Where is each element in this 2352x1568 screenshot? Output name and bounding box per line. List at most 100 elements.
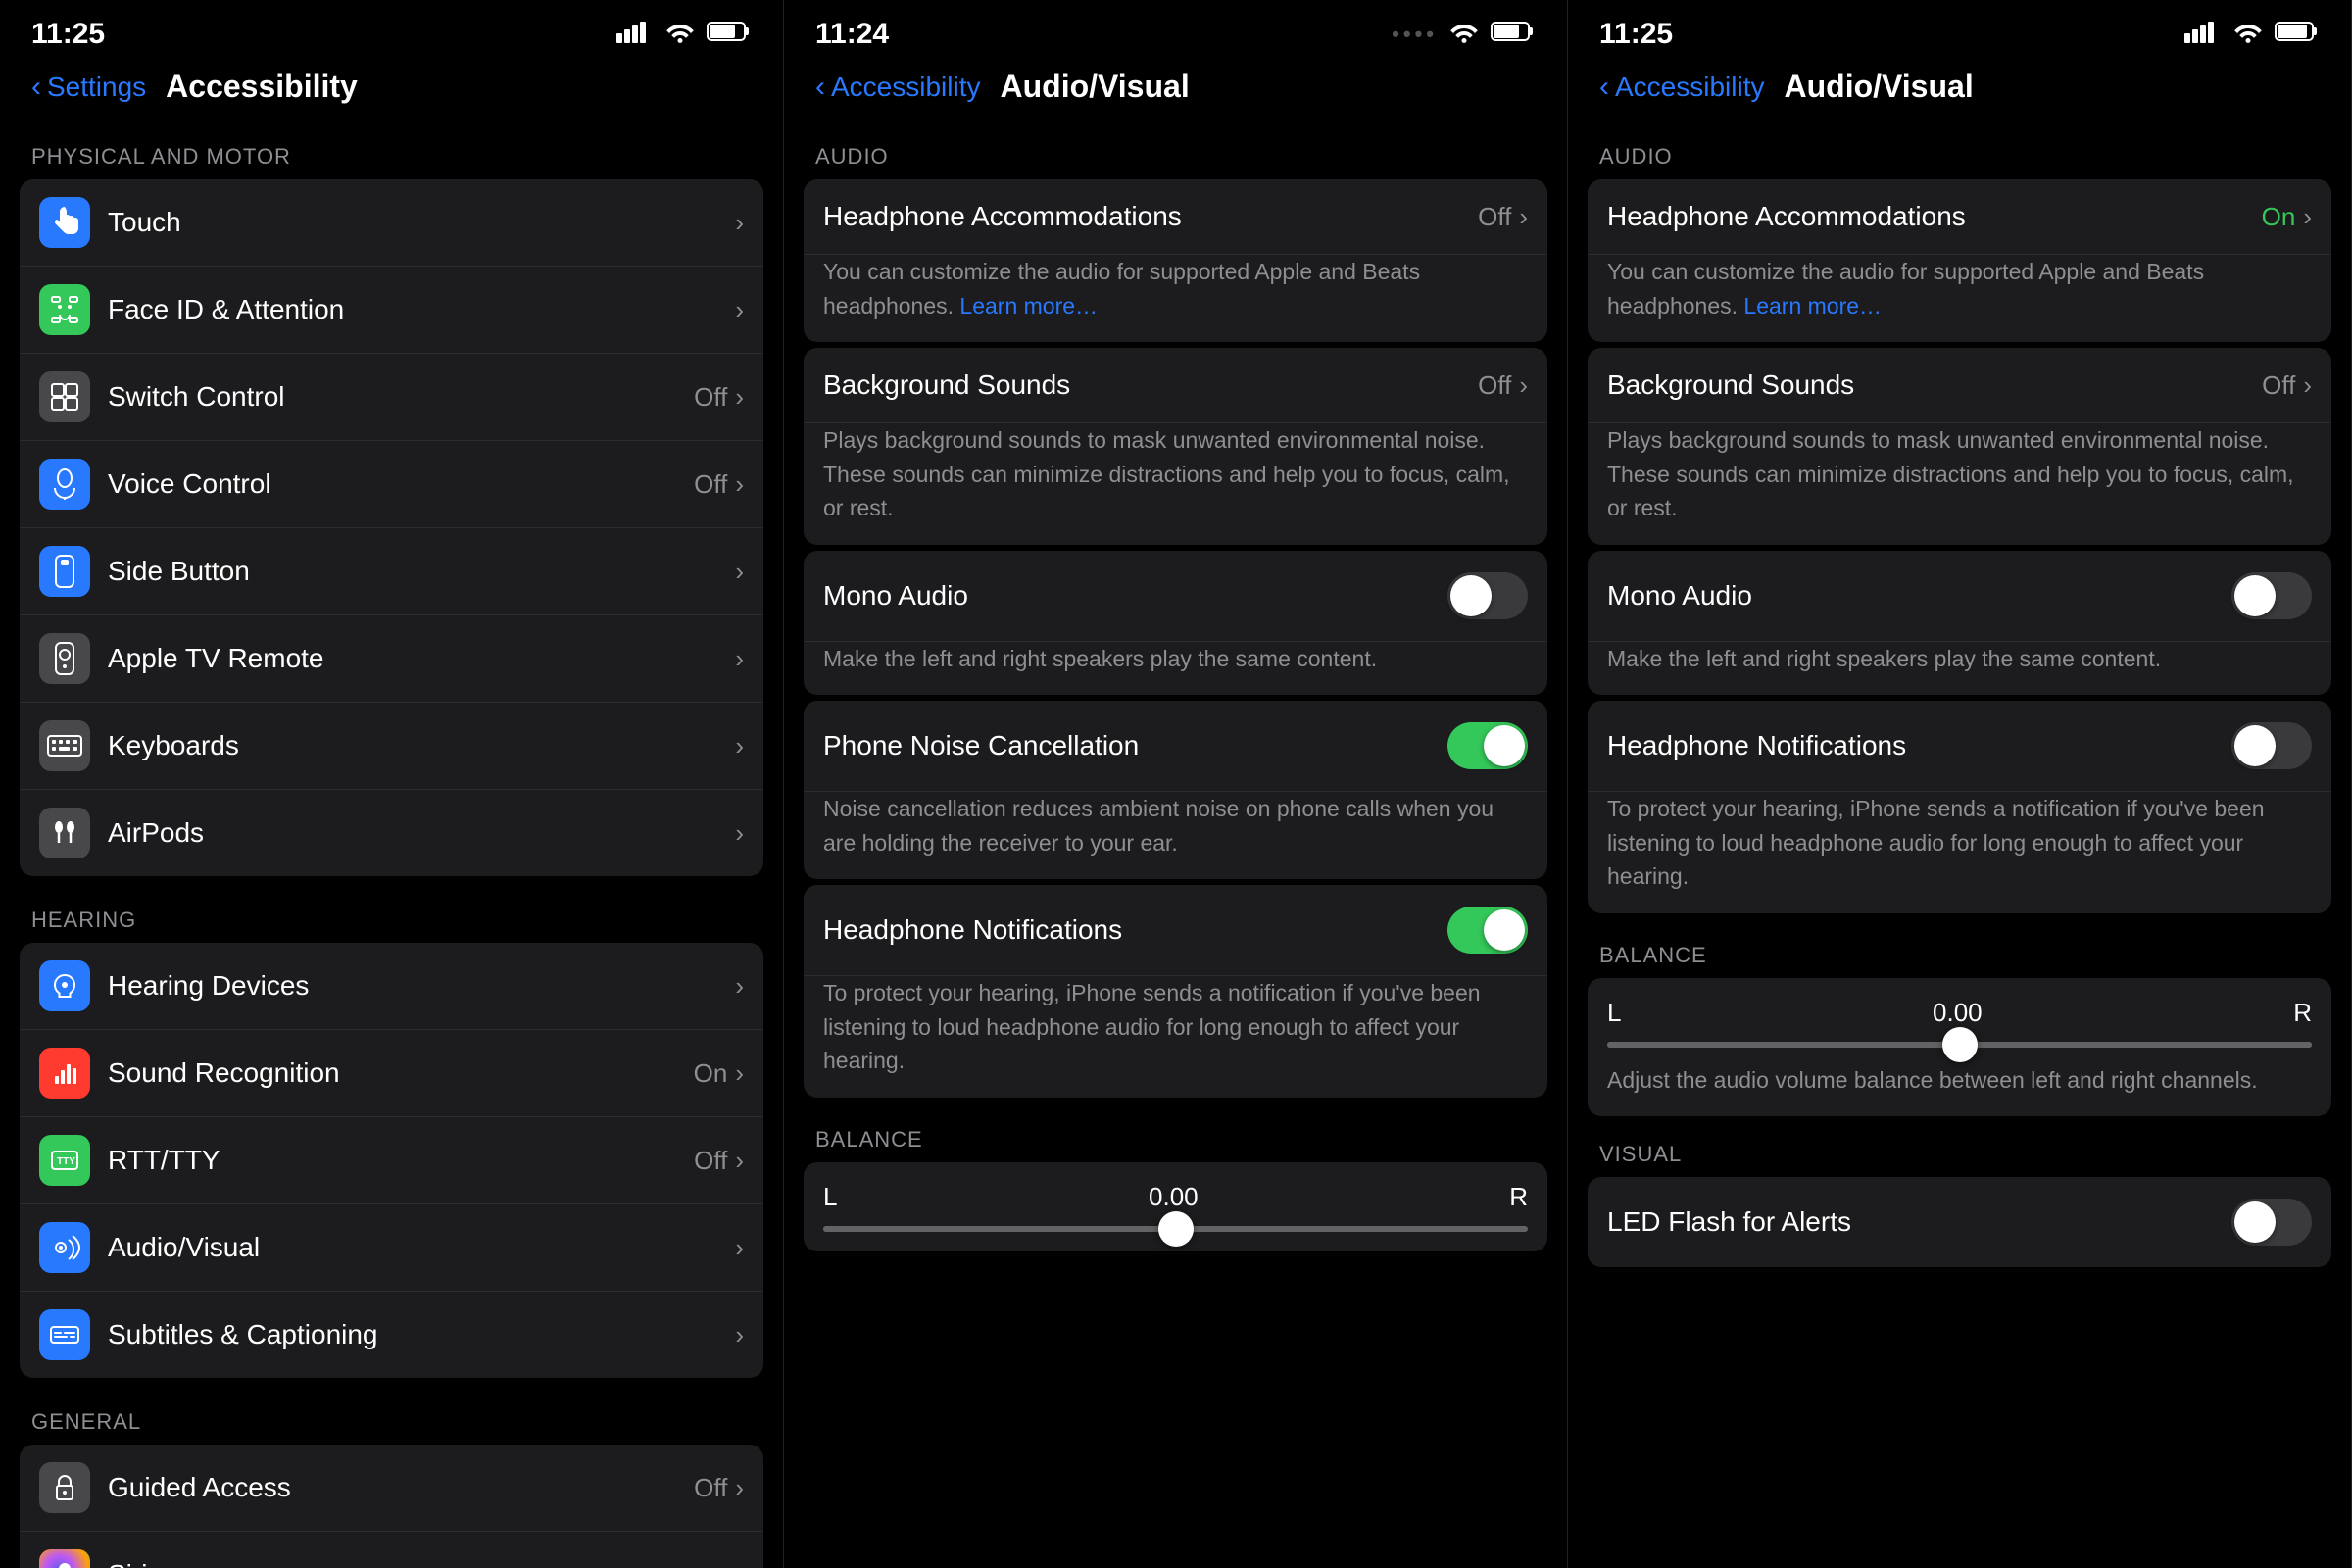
- mono-audio-label-panel2: Mono Audio: [823, 580, 968, 612]
- row-faceid[interactable]: Face ID & Attention ›: [20, 267, 763, 354]
- headphone-notifications-toggle-knob-panel3: [2234, 725, 2276, 766]
- section-header-hearing: Hearing: [0, 884, 783, 943]
- led-flash-row-panel3[interactable]: LED Flash for Alerts: [1588, 1177, 2331, 1267]
- back-label-panel2: Accessibility: [831, 72, 980, 103]
- row-soundrecognition[interactable]: Sound Recognition On ›: [20, 1030, 763, 1117]
- led-flash-toggle-panel3[interactable]: [2231, 1199, 2312, 1246]
- background-sounds-desc-panel3: Plays background sounds to mask unwanted…: [1588, 423, 2331, 545]
- row-siri-chevron: ›: [735, 1560, 744, 1568]
- wifi-icon-panel1: [663, 20, 697, 49]
- page-title-panel2: Audio/Visual: [1000, 69, 1189, 105]
- row-switchcontrol-value: Off: [694, 382, 727, 413]
- row-siri[interactable]: Siri ›: [20, 1532, 763, 1568]
- led-flash-card-panel3: LED Flash for Alerts: [1588, 1177, 2331, 1267]
- headphone-notifications-toggle-panel3[interactable]: [2231, 722, 2312, 769]
- row-sidebutton[interactable]: Side Button ›: [20, 528, 763, 615]
- row-voicecontrol-chevron: ›: [735, 469, 744, 500]
- balance-section-panel3: L 0.00 R Adjust the audio volume balance…: [1588, 978, 2331, 1117]
- status-time-panel3: 11:25: [1599, 18, 1673, 51]
- battery-icon-panel2: [1491, 20, 1536, 49]
- back-button-panel2[interactable]: ‹ Accessibility: [815, 71, 980, 104]
- row-faceid-label: Face ID & Attention: [108, 294, 344, 324]
- background-sounds-row-panel2[interactable]: Background Sounds Off ›: [804, 348, 1547, 423]
- headphone-learn-more-panel2[interactable]: Learn more…: [959, 293, 1098, 318]
- signal-dots-panel2: ••••: [1392, 22, 1438, 47]
- rtttty-icon: TTY: [39, 1135, 90, 1186]
- status-icons-panel2: ••••: [1392, 20, 1536, 49]
- faceid-icon: [39, 284, 90, 335]
- headphone-notifications-row-panel2[interactable]: Headphone Notifications: [804, 885, 1547, 976]
- nav-bar-panel3: ‹ Accessibility Audio/Visual: [1568, 61, 2351, 121]
- mono-audio-row-panel3[interactable]: Mono Audio: [1588, 551, 2331, 642]
- row-audiovisual[interactable]: Audio/Visual ›: [20, 1204, 763, 1292]
- row-soundrecognition-label: Sound Recognition: [108, 1057, 340, 1088]
- hearingdevices-icon: [39, 960, 90, 1011]
- headphone-notifications-label-panel3: Headphone Notifications: [1607, 730, 1906, 761]
- background-sounds-value-panel2: Off: [1478, 370, 1511, 401]
- siri-icon: [39, 1549, 90, 1568]
- headphone-notifications-card-panel3: Headphone Notifications To protect your …: [1588, 701, 2331, 913]
- signal-icon-panel1: [616, 20, 654, 49]
- mono-audio-toggle-panel3[interactable]: [2231, 572, 2312, 619]
- row-faceid-chevron: ›: [735, 295, 744, 325]
- nav-bar-panel1: ‹ Settings Accessibility: [0, 61, 783, 121]
- headphone-accommodations-row-panel2[interactable]: Headphone Accommodations Off ›: [804, 179, 1547, 255]
- row-audiovisual-chevron: ›: [735, 1233, 744, 1263]
- av-audio-header-panel3: Audio: [1588, 121, 2331, 179]
- headphone-learn-more-panel3[interactable]: Learn more…: [1743, 293, 1882, 318]
- row-switchcontrol[interactable]: Switch Control Off ›: [20, 354, 763, 441]
- balance-value-panel3: 0.00: [1933, 998, 1983, 1028]
- row-keyboards-chevron: ›: [735, 731, 744, 761]
- back-button-panel3[interactable]: ‹ Accessibility: [1599, 71, 1764, 104]
- balance-right-label-panel2: R: [1509, 1182, 1528, 1212]
- row-voicecontrol[interactable]: Voice Control Off ›: [20, 441, 763, 528]
- back-button-panel1[interactable]: ‹ Settings: [31, 71, 146, 104]
- row-hearingdevices[interactable]: Hearing Devices ›: [20, 943, 763, 1030]
- panel-audiovisual-off: 11:24 •••• ‹ Accessibility Audio/Visual …: [784, 0, 1568, 1568]
- headphone-accommodations-label-panel2: Headphone Accommodations: [823, 201, 1182, 232]
- balance-value-panel2: 0.00: [1149, 1182, 1199, 1212]
- headphone-accommodations-row-panel3[interactable]: Headphone Accommodations On ›: [1588, 179, 2331, 255]
- phone-noise-card-panel2: Phone Noise Cancellation Noise cancellat…: [804, 701, 1547, 879]
- soundrecognition-icon: [39, 1048, 90, 1099]
- balance-slider-knob-panel2[interactable]: [1158, 1211, 1194, 1247]
- balance-slider-panel2[interactable]: [823, 1226, 1528, 1232]
- headphone-notifications-row-panel3[interactable]: Headphone Notifications: [1588, 701, 2331, 792]
- mono-audio-row-panel2[interactable]: Mono Audio: [804, 551, 1547, 642]
- row-airpods[interactable]: AirPods ›: [20, 790, 763, 876]
- row-guidedaccess[interactable]: Guided Access Off ›: [20, 1445, 763, 1532]
- row-siri-label: Siri: [108, 1559, 147, 1568]
- status-time-panel2: 11:24: [815, 18, 889, 51]
- balance-slider-panel3[interactable]: [1607, 1042, 2312, 1048]
- background-sounds-row-panel3[interactable]: Background Sounds Off ›: [1588, 348, 2331, 423]
- headphone-notifications-toggle-panel2[interactable]: [1447, 906, 1528, 954]
- mono-audio-toggle-knob-panel3: [2234, 575, 2276, 616]
- headphone-notifications-label-panel2: Headphone Notifications: [823, 914, 1122, 946]
- back-chevron-panel2: ‹: [815, 71, 825, 104]
- screen-content-panel1: Physical and Motor Touch › Face ID & Att…: [0, 121, 783, 1568]
- row-keyboards[interactable]: Keyboards ›: [20, 703, 763, 790]
- row-sidebutton-label: Side Button: [108, 556, 250, 586]
- row-appletvremote[interactable]: Apple TV Remote ›: [20, 615, 763, 703]
- background-sounds-chevron-panel3: ›: [2303, 370, 2312, 401]
- mono-audio-toggle-panel2[interactable]: [1447, 572, 1528, 619]
- row-rtttty-chevron: ›: [735, 1146, 744, 1176]
- mono-audio-card-panel3: Mono Audio Make the left and right speak…: [1588, 551, 2331, 696]
- wifi-icon-panel2: [1447, 20, 1481, 49]
- phone-noise-toggle-panel2[interactable]: [1447, 722, 1528, 769]
- back-label-panel3: Accessibility: [1615, 72, 1764, 103]
- row-rtttty[interactable]: TTY RTT/TTY Off ›: [20, 1117, 763, 1204]
- background-sounds-label-panel3: Background Sounds: [1607, 369, 1854, 401]
- row-touch-label: Touch: [108, 207, 181, 237]
- balance-slider-knob-panel3[interactable]: [1942, 1027, 1978, 1062]
- row-touch[interactable]: Touch ›: [20, 179, 763, 267]
- phone-noise-row-panel2[interactable]: Phone Noise Cancellation: [804, 701, 1547, 792]
- row-subtitles-label: Subtitles & Captioning: [108, 1319, 378, 1349]
- row-subtitles[interactable]: Subtitles & Captioning ›: [20, 1292, 763, 1378]
- svg-text:TTY: TTY: [57, 1156, 75, 1167]
- status-bar-panel3: 11:25: [1568, 0, 2351, 61]
- audiovisual-icon: [39, 1222, 90, 1273]
- headphone-accommodations-chevron-panel2: ›: [1519, 202, 1528, 232]
- led-flash-toggle-knob-panel3: [2234, 1201, 2276, 1243]
- row-soundrecognition-value: On: [694, 1058, 728, 1089]
